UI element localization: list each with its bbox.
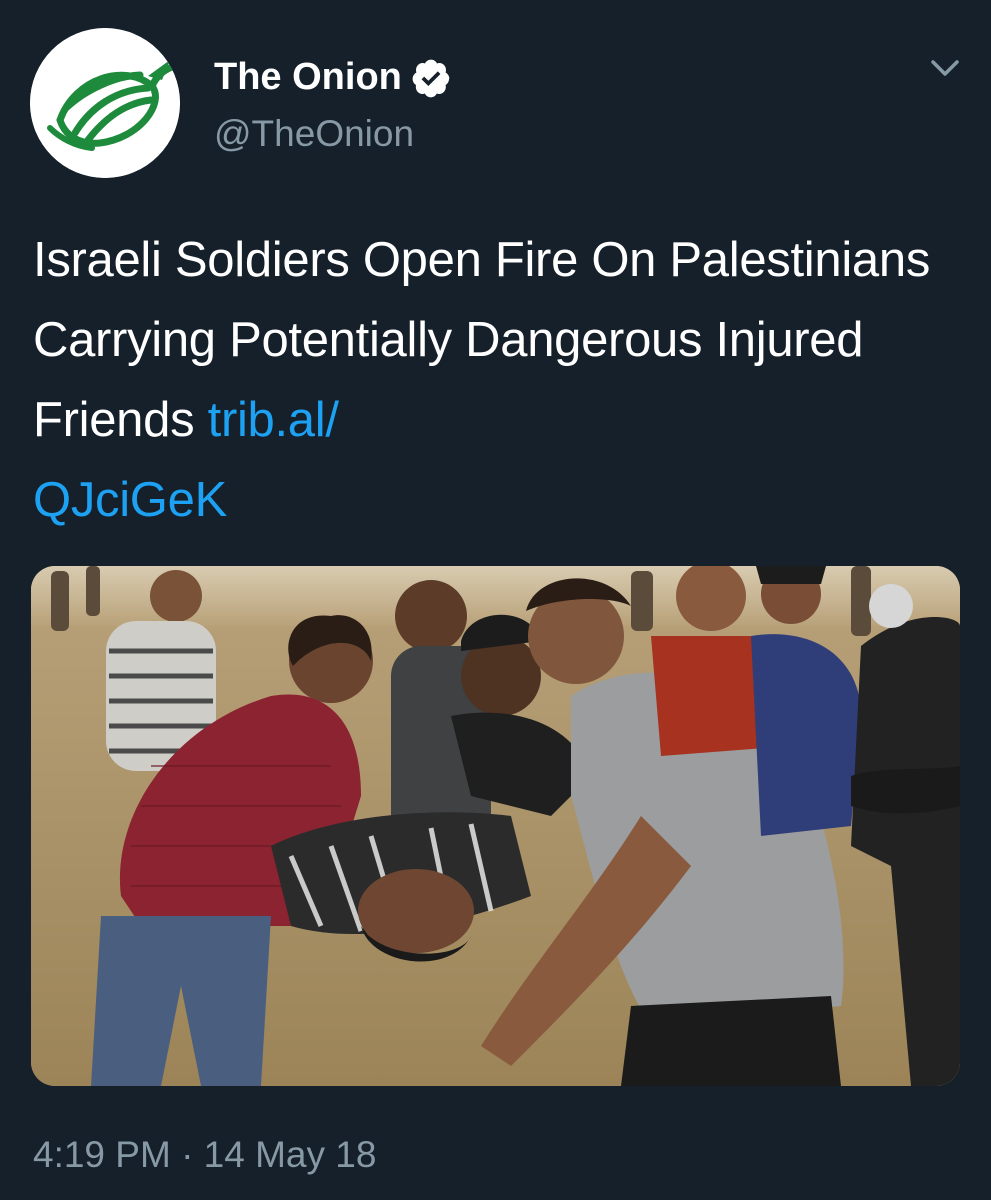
tweet-body: Israeli Soldiers Open Fire On Palestinia… [33, 233, 931, 447]
tweet-link-part-2: QJciGeK [33, 473, 227, 527]
tweet-link-part-1: trib.al/ [207, 393, 339, 447]
tweet-timestamp[interactable]: 4:19 PM · 14 May 18 [33, 1133, 376, 1177]
author-handle[interactable]: @TheOnion [214, 112, 414, 156]
chevron-down-icon[interactable] [925, 52, 965, 84]
onion-logo-icon [30, 28, 180, 178]
author-avatar[interactable] [30, 28, 180, 178]
tweet-media-photo[interactable] [31, 566, 960, 1086]
tweet-text: Israeli Soldiers Open Fire On Palestinia… [33, 220, 963, 540]
author-display-name[interactable]: The Onion [214, 55, 402, 99]
verified-badge-icon [410, 57, 452, 99]
